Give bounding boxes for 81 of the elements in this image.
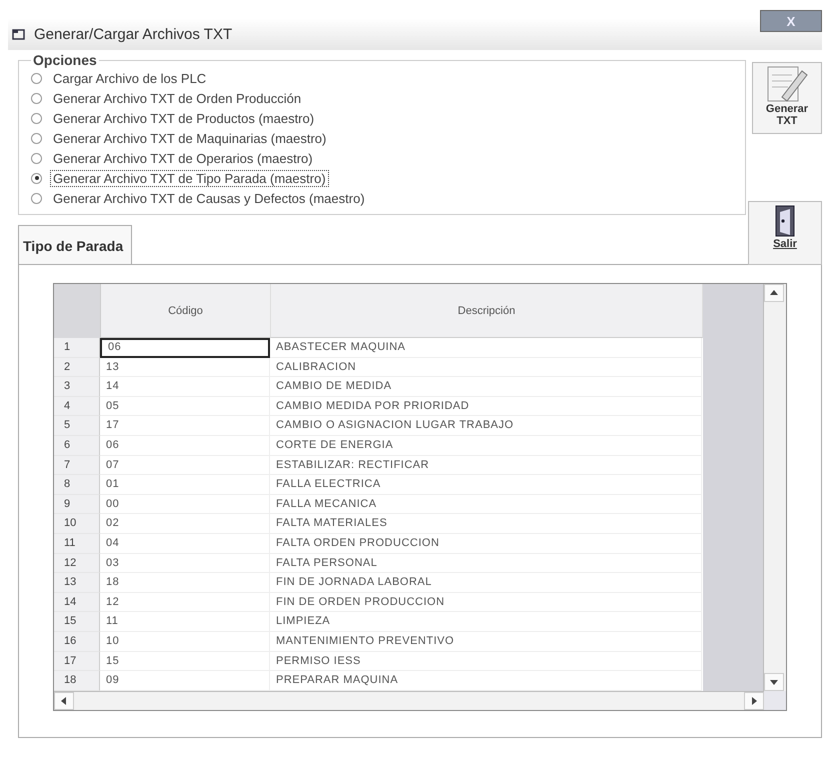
grid-corner [54,284,101,338]
row-number: 8 [54,475,100,495]
radio-button[interactable] [31,92,42,104]
row-number: 16 [54,632,100,652]
group-title: Opciones [32,52,98,68]
table-cell: PERMISO IESS [270,652,702,672]
table-cell: 03 [100,554,270,574]
row-number: 12 [54,554,100,574]
radio-button[interactable] [31,132,42,144]
scroll-right-icon[interactable] [744,692,764,710]
table-cell: FIN DE ORDEN PRODUCCION [270,592,702,612]
table-cell: 17 [100,416,270,436]
row-number: 13 [54,573,100,593]
row-number: 2 [54,358,100,378]
table-cell: FALLA ELECTRICA [270,475,702,495]
row-number: 11 [54,534,100,554]
window-title: Generar/Cargar Archivos TXT [34,26,232,42]
table-cell: 15 [100,652,270,672]
option-label[interactable]: Generar Archivo TXT de Orden Producción [50,90,304,106]
tab[interactable]: Tipo de Parada [18,225,132,264]
row-number: 1 [54,338,100,358]
table-cell: 14 [100,377,270,397]
table-cell: 02 [100,514,270,534]
row-number: 9 [54,494,100,514]
table-cell: FALTA ORDEN PRODUCCION [270,534,702,554]
column-header[interactable]: Descripción [271,284,703,338]
table-cell: 12 [100,592,270,612]
column-header[interactable]: Código [101,284,271,338]
option-label[interactable]: Generar Archivo TXT de Maquinarias (maestro) [50,130,330,146]
table-cell: 00 [100,494,270,514]
row-number: 17 [54,652,100,672]
row-number: 6 [54,436,100,456]
option-label[interactable]: Cargar Archivo de los PLC [50,70,210,86]
window-icon [12,28,26,40]
option-label[interactable]: Generar Archivo TXT de Operarios (maestro) [50,150,316,166]
table-cell: CAMBIO O ASIGNACION LUGAR TRABAJO [270,416,702,436]
option-label[interactable]: Generar Archivo TXT de Tipo Parada (maestro) [50,170,329,186]
row-number: 3 [54,377,100,397]
radio-button[interactable] [31,192,42,204]
scroll-down-icon[interactable] [764,672,784,691]
horizontal-scrollbar[interactable] [54,690,764,710]
row-number: 10 [54,514,100,534]
row-number: 4 [54,396,100,416]
table-cell: CORTE DE ENERGIA [270,436,702,456]
radio-button[interactable] [31,72,42,84]
row-number: 7 [54,456,100,476]
table-cell: FALTA MATERIALES [270,514,702,534]
table-cell: 05 [100,396,270,416]
radio-button[interactable] [31,152,42,164]
table-cell: FALTA PERSONAL [270,554,702,574]
row-number: 15 [54,612,100,632]
table-cell: 13 [100,358,270,378]
scroll-up-icon[interactable] [764,284,784,302]
table-cell: ESTABILIZAR: RECTIFICAR [270,456,702,476]
table-cell: LIMPIEZA [270,612,702,632]
radio-button[interactable] [31,172,42,184]
row-number: 18 [54,671,100,691]
row-number: 14 [54,592,100,612]
table-cell: 10 [100,632,270,652]
exit-button[interactable]: Salir [748,201,822,265]
table-cell: MANTENIMIENTO PREVENTIVO [270,632,702,652]
radio-button[interactable] [31,112,42,124]
table-cell: 04 [100,534,270,554]
table-cell: 06 [100,436,270,456]
option-label[interactable]: Generar Archivo TXT de Productos (maestro) [50,110,318,126]
table-cell: 11 [100,612,270,632]
table-cell: 18 [100,573,270,593]
table-cell: ABASTECER MAQUINA [270,338,702,358]
table-cell: CAMBIO MEDIDA POR PRIORIDAD [270,396,702,416]
row-number: 5 [54,416,100,436]
option-label[interactable]: Generar Archivo TXT de Causas y Defectos (maestro) [50,190,368,206]
table-cell: 07 [100,456,270,476]
generate-button[interactable]: Generar TXT [752,62,822,134]
table-cell: 06 [100,338,270,358]
scroll-left-icon[interactable] [54,692,74,710]
table-cell: FIN DE JORNADA LABORAL [270,573,702,593]
table-cell: CAMBIO DE MEDIDA [270,377,702,397]
vertical-scrollbar[interactable] [763,284,786,691]
table-cell: FALLA MECANICA [270,494,702,514]
table-cell: 01 [100,475,270,495]
table-cell: CALIBRACION [270,358,702,378]
